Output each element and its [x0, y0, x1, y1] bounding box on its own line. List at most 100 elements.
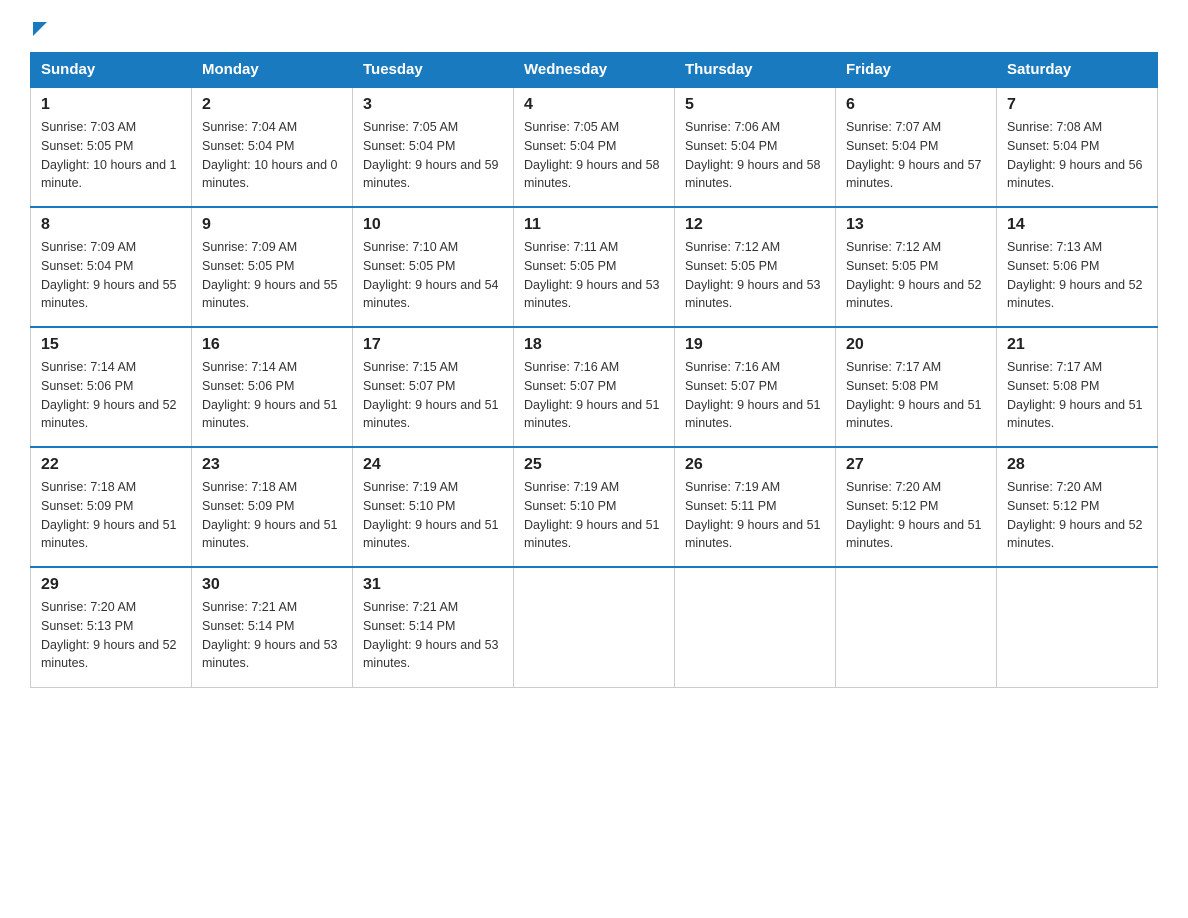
day-cell: 26 Sunrise: 7:19 AM Sunset: 5:11 PM Dayl… — [675, 447, 836, 567]
header-cell-sunday: Sunday — [31, 53, 192, 88]
day-info: Sunrise: 7:14 AM Sunset: 5:06 PM Dayligh… — [41, 358, 181, 433]
day-info: Sunrise: 7:03 AM Sunset: 5:05 PM Dayligh… — [41, 118, 181, 193]
header-cell-wednesday: Wednesday — [514, 53, 675, 88]
day-info: Sunrise: 7:05 AM Sunset: 5:04 PM Dayligh… — [363, 118, 503, 193]
day-number: 6 — [846, 96, 986, 114]
day-number: 21 — [1007, 336, 1147, 354]
day-number: 9 — [202, 216, 342, 234]
header-cell-saturday: Saturday — [997, 53, 1158, 88]
day-cell: 1 Sunrise: 7:03 AM Sunset: 5:05 PM Dayli… — [31, 87, 192, 207]
day-cell: 7 Sunrise: 7:08 AM Sunset: 5:04 PM Dayli… — [997, 87, 1158, 207]
day-cell: 17 Sunrise: 7:15 AM Sunset: 5:07 PM Dayl… — [353, 327, 514, 447]
week-row-4: 22 Sunrise: 7:18 AM Sunset: 5:09 PM Dayl… — [31, 447, 1158, 567]
day-cell — [675, 567, 836, 687]
day-cell: 6 Sunrise: 7:07 AM Sunset: 5:04 PM Dayli… — [836, 87, 997, 207]
day-cell: 12 Sunrise: 7:12 AM Sunset: 5:05 PM Dayl… — [675, 207, 836, 327]
day-info: Sunrise: 7:10 AM Sunset: 5:05 PM Dayligh… — [363, 238, 503, 313]
day-info: Sunrise: 7:20 AM Sunset: 5:12 PM Dayligh… — [1007, 478, 1147, 553]
day-number: 10 — [363, 216, 503, 234]
logo-triangle-icon — [33, 22, 47, 36]
day-number: 16 — [202, 336, 342, 354]
day-info: Sunrise: 7:13 AM Sunset: 5:06 PM Dayligh… — [1007, 238, 1147, 313]
day-cell: 5 Sunrise: 7:06 AM Sunset: 5:04 PM Dayli… — [675, 87, 836, 207]
day-info: Sunrise: 7:17 AM Sunset: 5:08 PM Dayligh… — [846, 358, 986, 433]
day-cell: 30 Sunrise: 7:21 AM Sunset: 5:14 PM Dayl… — [192, 567, 353, 687]
day-cell: 15 Sunrise: 7:14 AM Sunset: 5:06 PM Dayl… — [31, 327, 192, 447]
day-cell: 18 Sunrise: 7:16 AM Sunset: 5:07 PM Dayl… — [514, 327, 675, 447]
day-info: Sunrise: 7:21 AM Sunset: 5:14 PM Dayligh… — [363, 598, 503, 673]
day-info: Sunrise: 7:19 AM Sunset: 5:11 PM Dayligh… — [685, 478, 825, 553]
day-number: 31 — [363, 576, 503, 594]
day-number: 24 — [363, 456, 503, 474]
day-info: Sunrise: 7:19 AM Sunset: 5:10 PM Dayligh… — [363, 478, 503, 553]
day-cell: 3 Sunrise: 7:05 AM Sunset: 5:04 PM Dayli… — [353, 87, 514, 207]
day-cell: 24 Sunrise: 7:19 AM Sunset: 5:10 PM Dayl… — [353, 447, 514, 567]
day-number: 17 — [363, 336, 503, 354]
day-info: Sunrise: 7:09 AM Sunset: 5:05 PM Dayligh… — [202, 238, 342, 313]
day-number: 11 — [524, 216, 664, 234]
day-info: Sunrise: 7:12 AM Sunset: 5:05 PM Dayligh… — [685, 238, 825, 313]
day-number: 22 — [41, 456, 181, 474]
day-cell: 23 Sunrise: 7:18 AM Sunset: 5:09 PM Dayl… — [192, 447, 353, 567]
day-cell: 25 Sunrise: 7:19 AM Sunset: 5:10 PM Dayl… — [514, 447, 675, 567]
day-info: Sunrise: 7:20 AM Sunset: 5:13 PM Dayligh… — [41, 598, 181, 673]
day-cell: 9 Sunrise: 7:09 AM Sunset: 5:05 PM Dayli… — [192, 207, 353, 327]
day-cell — [514, 567, 675, 687]
week-row-5: 29 Sunrise: 7:20 AM Sunset: 5:13 PM Dayl… — [31, 567, 1158, 687]
day-cell: 14 Sunrise: 7:13 AM Sunset: 5:06 PM Dayl… — [997, 207, 1158, 327]
day-info: Sunrise: 7:09 AM Sunset: 5:04 PM Dayligh… — [41, 238, 181, 313]
day-number: 1 — [41, 96, 181, 114]
day-info: Sunrise: 7:16 AM Sunset: 5:07 PM Dayligh… — [685, 358, 825, 433]
day-info: Sunrise: 7:05 AM Sunset: 5:04 PM Dayligh… — [524, 118, 664, 193]
header-cell-friday: Friday — [836, 53, 997, 88]
day-cell: 22 Sunrise: 7:18 AM Sunset: 5:09 PM Dayl… — [31, 447, 192, 567]
day-cell: 10 Sunrise: 7:10 AM Sunset: 5:05 PM Dayl… — [353, 207, 514, 327]
day-cell: 16 Sunrise: 7:14 AM Sunset: 5:06 PM Dayl… — [192, 327, 353, 447]
header-cell-tuesday: Tuesday — [353, 53, 514, 88]
day-number: 25 — [524, 456, 664, 474]
page-header — [30, 20, 1158, 32]
day-cell: 29 Sunrise: 7:20 AM Sunset: 5:13 PM Dayl… — [31, 567, 192, 687]
day-info: Sunrise: 7:06 AM Sunset: 5:04 PM Dayligh… — [685, 118, 825, 193]
day-info: Sunrise: 7:08 AM Sunset: 5:04 PM Dayligh… — [1007, 118, 1147, 193]
logo — [30, 20, 47, 32]
day-number: 13 — [846, 216, 986, 234]
day-number: 8 — [41, 216, 181, 234]
day-cell: 2 Sunrise: 7:04 AM Sunset: 5:04 PM Dayli… — [192, 87, 353, 207]
day-cell: 28 Sunrise: 7:20 AM Sunset: 5:12 PM Dayl… — [997, 447, 1158, 567]
day-cell: 21 Sunrise: 7:17 AM Sunset: 5:08 PM Dayl… — [997, 327, 1158, 447]
day-info: Sunrise: 7:07 AM Sunset: 5:04 PM Dayligh… — [846, 118, 986, 193]
day-cell: 13 Sunrise: 7:12 AM Sunset: 5:05 PM Dayl… — [836, 207, 997, 327]
day-cell: 8 Sunrise: 7:09 AM Sunset: 5:04 PM Dayli… — [31, 207, 192, 327]
calendar-body: 1 Sunrise: 7:03 AM Sunset: 5:05 PM Dayli… — [31, 87, 1158, 687]
header-cell-thursday: Thursday — [675, 53, 836, 88]
week-row-1: 1 Sunrise: 7:03 AM Sunset: 5:05 PM Dayli… — [31, 87, 1158, 207]
day-number: 3 — [363, 96, 503, 114]
day-number: 20 — [846, 336, 986, 354]
day-info: Sunrise: 7:14 AM Sunset: 5:06 PM Dayligh… — [202, 358, 342, 433]
day-info: Sunrise: 7:20 AM Sunset: 5:12 PM Dayligh… — [846, 478, 986, 553]
day-number: 19 — [685, 336, 825, 354]
day-number: 7 — [1007, 96, 1147, 114]
day-info: Sunrise: 7:18 AM Sunset: 5:09 PM Dayligh… — [202, 478, 342, 553]
day-number: 28 — [1007, 456, 1147, 474]
day-cell — [997, 567, 1158, 687]
day-number: 14 — [1007, 216, 1147, 234]
day-cell: 4 Sunrise: 7:05 AM Sunset: 5:04 PM Dayli… — [514, 87, 675, 207]
header-cell-monday: Monday — [192, 53, 353, 88]
day-cell: 11 Sunrise: 7:11 AM Sunset: 5:05 PM Dayl… — [514, 207, 675, 327]
day-info: Sunrise: 7:19 AM Sunset: 5:10 PM Dayligh… — [524, 478, 664, 553]
day-number: 30 — [202, 576, 342, 594]
day-number: 12 — [685, 216, 825, 234]
day-cell: 31 Sunrise: 7:21 AM Sunset: 5:14 PM Dayl… — [353, 567, 514, 687]
day-number: 18 — [524, 336, 664, 354]
day-number: 27 — [846, 456, 986, 474]
day-number: 5 — [685, 96, 825, 114]
day-info: Sunrise: 7:17 AM Sunset: 5:08 PM Dayligh… — [1007, 358, 1147, 433]
day-cell: 20 Sunrise: 7:17 AM Sunset: 5:08 PM Dayl… — [836, 327, 997, 447]
week-row-3: 15 Sunrise: 7:14 AM Sunset: 5:06 PM Dayl… — [31, 327, 1158, 447]
day-number: 23 — [202, 456, 342, 474]
day-info: Sunrise: 7:21 AM Sunset: 5:14 PM Dayligh… — [202, 598, 342, 673]
day-cell — [836, 567, 997, 687]
day-info: Sunrise: 7:11 AM Sunset: 5:05 PM Dayligh… — [524, 238, 664, 313]
